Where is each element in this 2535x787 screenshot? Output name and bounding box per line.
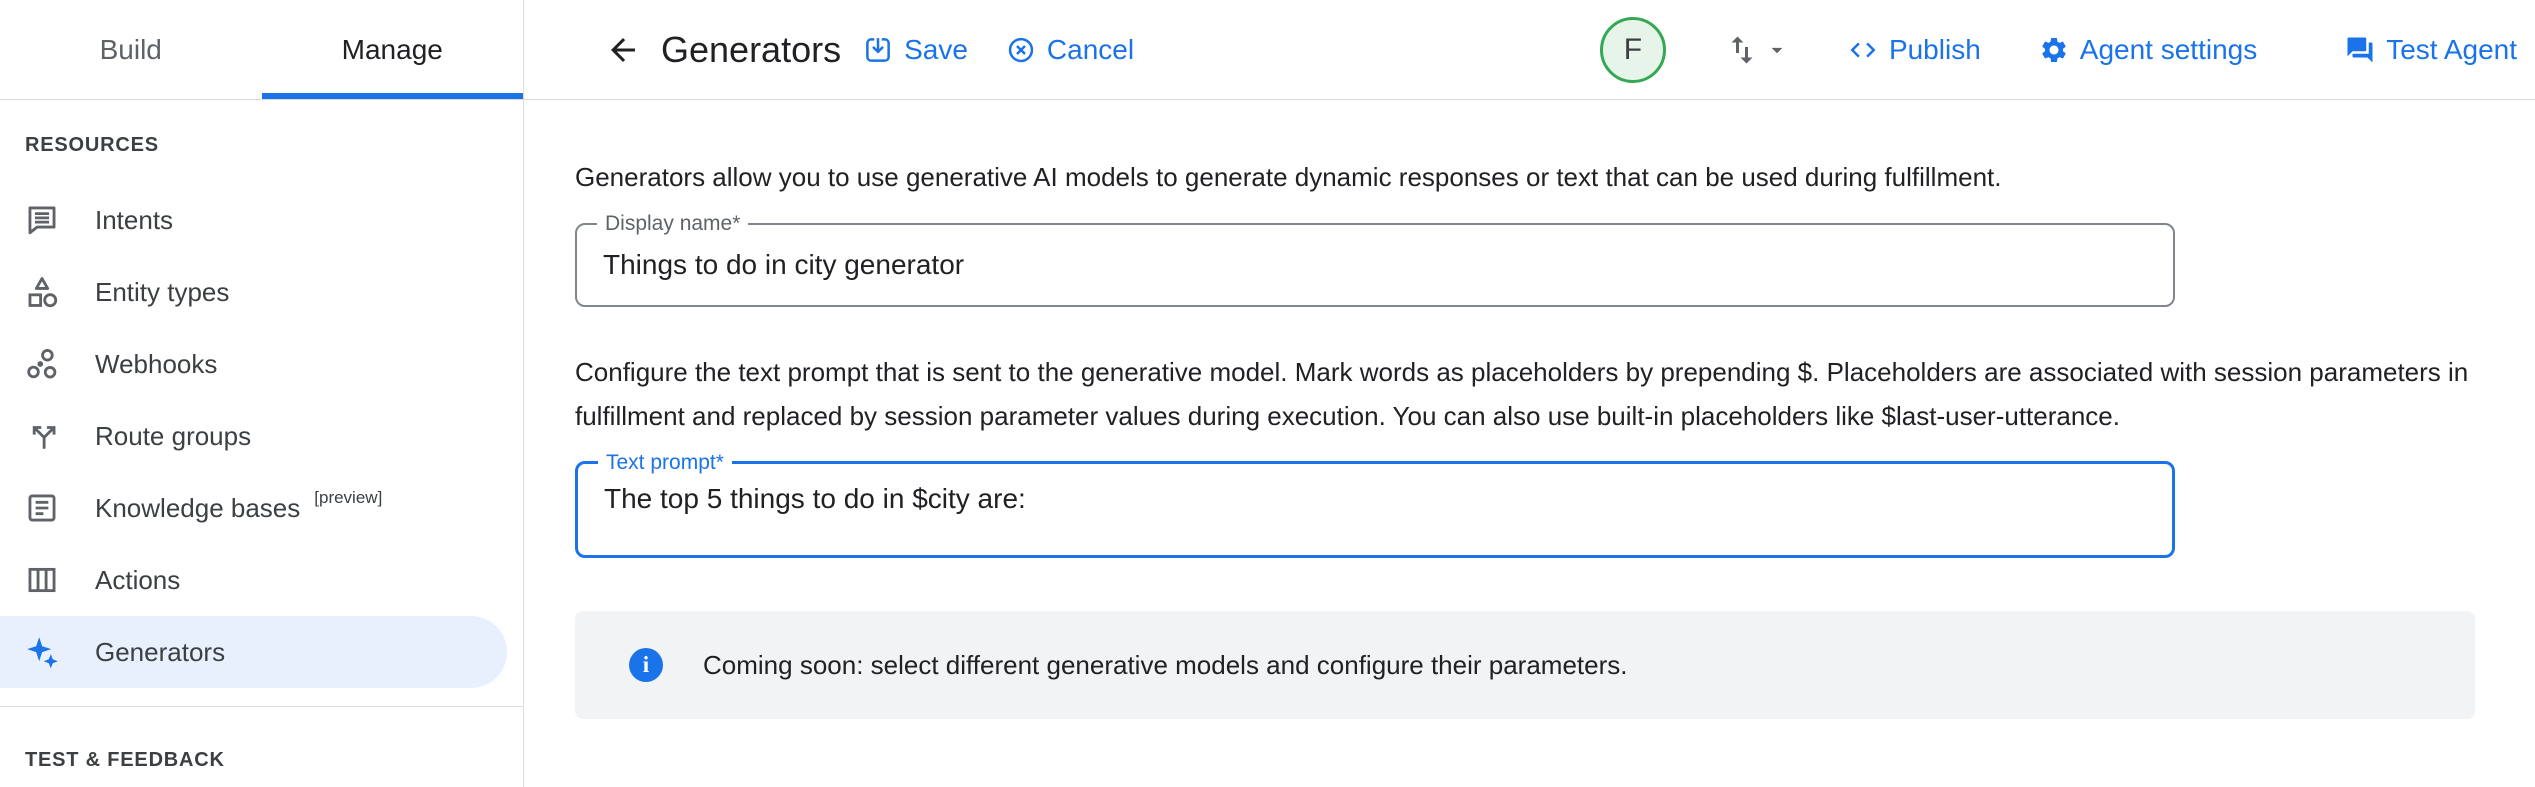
- agent-settings-label: Agent settings: [2080, 34, 2257, 66]
- sidebar: Build Manage RESOURCES Intents: [0, 0, 524, 787]
- display-name-input[interactable]: [577, 225, 2173, 305]
- code-brackets-icon: [1848, 35, 1878, 65]
- save-button[interactable]: Save: [863, 34, 968, 66]
- intents-chat-icon: [25, 203, 59, 237]
- main-column: Generators Save: [524, 0, 2535, 787]
- knowledge-bases-icon: [25, 491, 59, 525]
- resources-section-header: RESOURCES: [25, 134, 523, 157]
- display-name-label: Display name*: [597, 211, 748, 237]
- chat-bubbles-icon: [2345, 35, 2375, 65]
- info-icon: i: [629, 648, 663, 682]
- coming-soon-banner: i Coming soon: select different generati…: [575, 611, 2475, 719]
- sidebar-item-label: Webhooks: [95, 349, 217, 380]
- tab-build-label: Build: [100, 34, 162, 66]
- tab-build[interactable]: Build: [0, 0, 262, 99]
- sidebar-item-label: Actions: [95, 565, 180, 596]
- tab-manage[interactable]: Manage: [262, 0, 524, 99]
- publish-button[interactable]: Publish: [1848, 34, 1981, 66]
- cancel-circle-x-icon: [1006, 35, 1036, 65]
- prompt-help-paragraph: Configure the text prompt that is sent t…: [575, 350, 2485, 438]
- preview-badge: [preview]: [314, 488, 382, 508]
- gear-icon: [2039, 35, 2069, 65]
- agent-settings-button[interactable]: Agent settings: [2039, 34, 2257, 66]
- sidebar-item-intents[interactable]: Intents: [0, 184, 523, 256]
- import-export-icon: [1724, 32, 1760, 68]
- webhooks-icon: [25, 347, 59, 381]
- avatar-letter: F: [1624, 33, 1642, 67]
- app-window: Build Manage RESOURCES Intents: [0, 0, 2535, 787]
- avatar[interactable]: F: [1600, 17, 1666, 83]
- cancel-label: Cancel: [1047, 34, 1134, 66]
- build-manage-tabs: Build Manage: [0, 0, 523, 100]
- text-prompt-field: Text prompt* The top 5 things to do in $…: [575, 461, 2175, 558]
- intro-paragraph: Generators allow you to use generative A…: [575, 155, 2485, 199]
- route-groups-icon: [25, 419, 59, 453]
- import-export-dropdown[interactable]: [1724, 32, 1790, 68]
- generators-sparkle-icon: [25, 635, 59, 669]
- sidebar-item-label: Intents: [95, 205, 173, 236]
- publish-label: Publish: [1889, 34, 1981, 66]
- coming-soon-text: Coming soon: select different generative…: [703, 650, 1627, 681]
- resources-nav: Intents Entity types: [0, 184, 523, 688]
- chevron-down-icon: [1764, 37, 1790, 63]
- sidebar-item-route-groups[interactable]: Route groups: [0, 400, 523, 472]
- cancel-button[interactable]: Cancel: [1006, 34, 1134, 66]
- entity-types-icon: [25, 275, 59, 309]
- test-feedback-section-header: TEST & FEEDBACK: [25, 749, 523, 772]
- page-title: Generators: [661, 29, 841, 71]
- page-header: Generators Save: [524, 0, 2535, 100]
- sidebar-divider: [0, 706, 523, 707]
- sidebar-item-entity-types[interactable]: Entity types: [0, 256, 523, 328]
- generator-editor: Generators allow you to use generative A…: [524, 100, 2535, 719]
- test-agent-button[interactable]: Test Agent: [2345, 34, 2517, 66]
- sidebar-item-label: Route groups: [95, 421, 251, 452]
- tab-manage-label: Manage: [342, 34, 443, 66]
- sidebar-item-actions[interactable]: Actions: [0, 544, 523, 616]
- sidebar-item-label: Knowledge bases: [95, 493, 300, 524]
- text-prompt-input[interactable]: The top 5 things to do in $city are:: [578, 464, 2172, 555]
- sidebar-item-generators[interactable]: Generators: [0, 616, 507, 688]
- sidebar-item-webhooks[interactable]: Webhooks: [0, 328, 523, 400]
- save-icon: [863, 35, 893, 65]
- display-name-field: Display name*: [575, 223, 2175, 307]
- sidebar-item-knowledge-bases[interactable]: Knowledge bases [preview]: [0, 472, 523, 544]
- test-agent-label: Test Agent: [2386, 34, 2517, 66]
- sidebar-item-label: Entity types: [95, 277, 229, 308]
- header-right-group: F: [1600, 17, 2517, 83]
- back-arrow-icon[interactable]: [605, 32, 641, 68]
- save-label: Save: [904, 34, 968, 66]
- actions-columns-icon: [25, 563, 59, 597]
- text-prompt-label: Text prompt*: [598, 450, 732, 476]
- sidebar-item-label: Generators: [95, 637, 225, 668]
